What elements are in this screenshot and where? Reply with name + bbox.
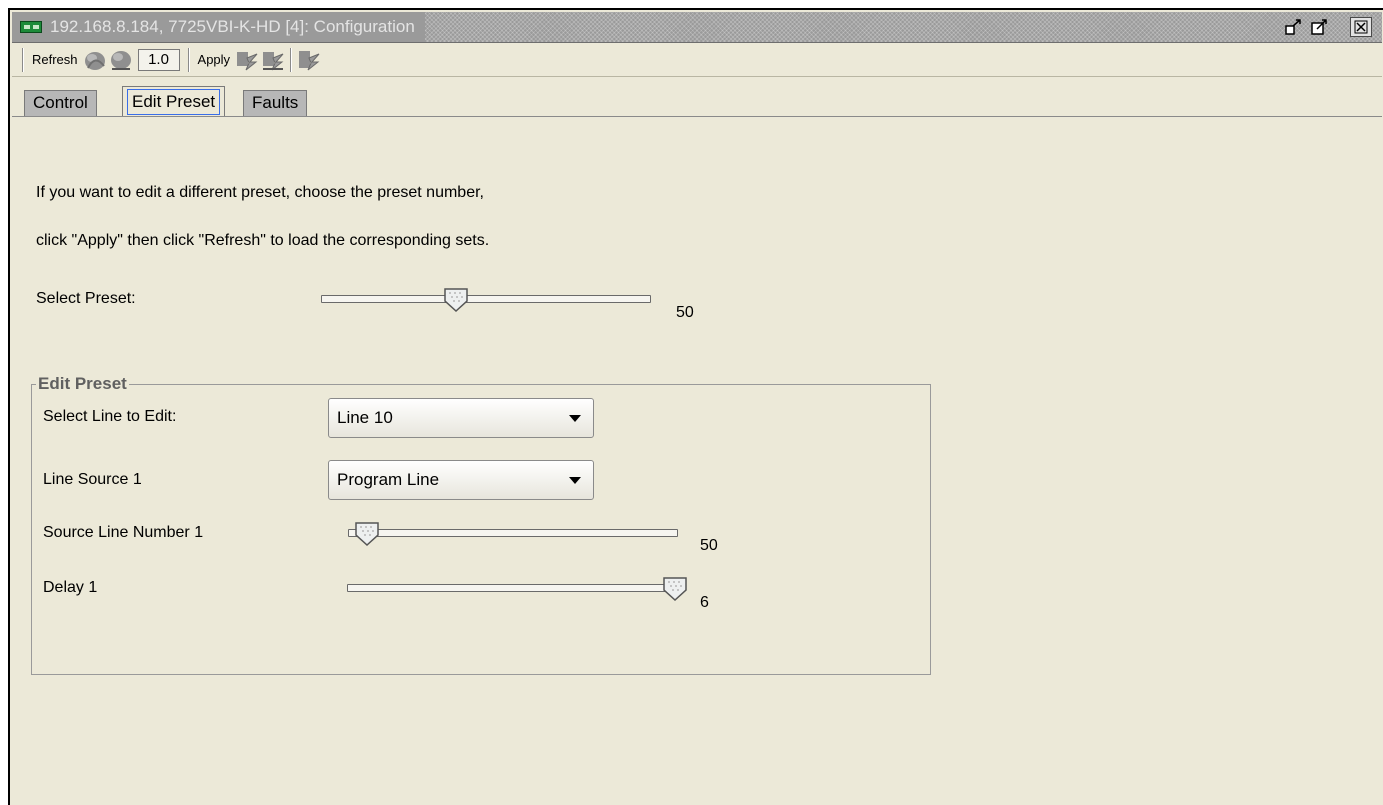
chevron-down-icon [569, 477, 581, 484]
source-line-number-slider[interactable] [348, 529, 678, 537]
toolbar: Refresh 1.0 Apply [12, 43, 1382, 77]
tab-divider [12, 116, 1382, 117]
delay-label: Delay 1 [43, 579, 98, 596]
line-source-value: Program Line [337, 470, 440, 489]
tab-control[interactable]: Control [24, 90, 97, 116]
instruction-line-2: click "Apply" then click "Refresh" to lo… [36, 232, 490, 249]
device-card-icon [20, 21, 42, 33]
maximize-icon[interactable] [1309, 17, 1331, 37]
title-bar[interactable]: 192.168.8.184, 7725VBI-K-HD [4]: Configu… [12, 12, 1382, 43]
window-title: 192.168.8.184, 7725VBI-K-HD [4]: Configu… [50, 17, 415, 36]
toolbar-separator [290, 47, 293, 72]
source-line-number-label: Source Line Number 1 [43, 524, 204, 541]
line-source-dropdown[interactable]: Program Line [328, 460, 594, 500]
refresh-all-icon[interactable] [108, 48, 134, 72]
select-line-value: Line 10 [337, 408, 393, 427]
instruction-line-1: If you want to edit a different preset, … [36, 184, 484, 201]
delay-slider-thumb[interactable] [662, 576, 688, 602]
chevron-down-icon [569, 415, 581, 422]
edit-preset-group-title: Edit Preset [38, 374, 127, 393]
source-line-number-value: 50 [700, 537, 718, 554]
apply-icon[interactable] [234, 48, 260, 72]
line-source-label: Line Source 1 [43, 471, 142, 488]
select-preset-slider-thumb[interactable] [443, 287, 469, 313]
select-line-label: Select Line to Edit: [43, 408, 177, 425]
select-preset-label: Select Preset: [36, 290, 136, 307]
delay-slider[interactable] [347, 584, 677, 592]
refresh-button[interactable]: Refresh [28, 52, 82, 67]
source-line-number-slider-thumb[interactable] [354, 521, 380, 547]
version-field[interactable]: 1.0 [137, 48, 180, 71]
delay-value: 6 [700, 594, 709, 611]
detach-icon[interactable] [1283, 17, 1305, 37]
apply-button[interactable]: Apply [194, 52, 235, 67]
title-area: 192.168.8.184, 7725VBI-K-HD [4]: Configu… [12, 12, 425, 42]
select-preset-value: 50 [676, 304, 694, 321]
configuration-window: 192.168.8.184, 7725VBI-K-HD [4]: Configu… [8, 8, 1383, 805]
tab-edit-preset[interactable]: Edit Preset [122, 86, 226, 116]
tab-faults[interactable]: Faults [243, 90, 308, 116]
refresh-icon[interactable] [82, 48, 108, 72]
apply-all-icon[interactable] [260, 48, 286, 72]
select-preset-slider[interactable] [321, 295, 651, 303]
apply-to-all-icon[interactable] [296, 48, 322, 72]
select-line-dropdown[interactable]: Line 10 [328, 398, 594, 438]
toolbar-separator [22, 47, 24, 72]
close-icon[interactable] [1350, 17, 1372, 37]
toolbar-separator [187, 47, 190, 72]
tab-edit-preset-label: Edit Preset [127, 89, 221, 115]
